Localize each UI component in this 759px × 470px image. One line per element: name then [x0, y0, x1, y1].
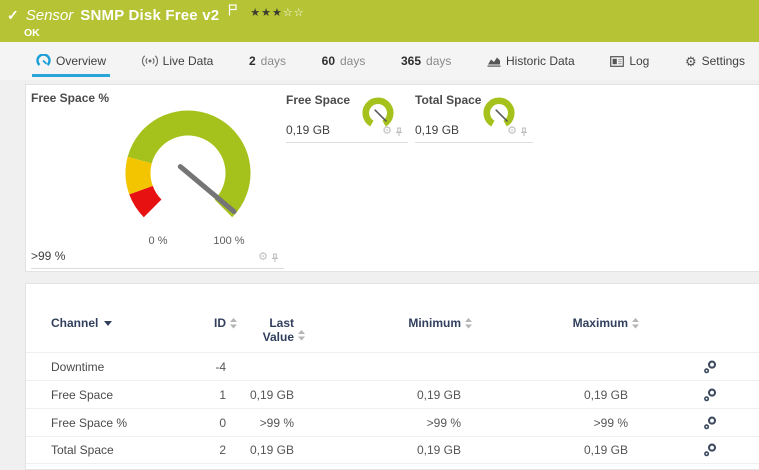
channels-table: Channel ID Last Value Minimum Maximum Do…	[26, 284, 759, 464]
sensor-tab-bar: Overview Live Data 2 days 60 days 365 da…	[0, 42, 759, 80]
table-row: Total Space 2 0,19 GB 0,19 GB 0,19 GB	[26, 436, 759, 464]
channel-last-value: 0,19 GB	[249, 387, 294, 402]
tab-2-days[interactable]: 2 days	[249, 42, 286, 80]
column-header-channel[interactable]: Channel	[51, 316, 166, 330]
channel-minimum: >99 %	[426, 415, 461, 430]
tab-365-days-label: days	[426, 54, 452, 68]
channel-minimum: 0,19 GB	[416, 387, 461, 402]
gauge-settings-icon[interactable]: ⚙	[507, 126, 517, 137]
tab-log-label: Log	[629, 54, 650, 68]
channel-id: 0	[219, 415, 226, 430]
gauge-value: 0,19 GB	[286, 123, 331, 137]
gauges-panel: Free Space % 0 % 100 % >99 % ⚙ Free Spac…	[25, 84, 759, 272]
channel-last-value: >99 %	[259, 415, 294, 430]
stars-empty[interactable]: ☆☆	[283, 7, 305, 19]
gauge-scale-max: 100 %	[213, 235, 245, 247]
sort-caret-icon	[104, 320, 113, 326]
channel-id: 1	[219, 387, 226, 402]
channel-name[interactable]: Free Space	[51, 388, 166, 402]
column-header-id[interactable]: ID	[166, 316, 237, 330]
gauge-scale-min: 0 %	[148, 235, 168, 247]
gauge-title: Total Space	[415, 93, 482, 107]
status-check-icon: ✓	[7, 7, 19, 23]
pin-icon[interactable]	[520, 126, 528, 137]
tab-log[interactable]: Log	[610, 42, 649, 80]
tab-365-days-number: 365	[400, 54, 422, 68]
table-header-row: Channel ID Last Value Minimum Maximum	[26, 316, 759, 352]
channel-minimum: 0,19 GB	[416, 443, 461, 457]
sensor-status-header: ✓ Sensor SNMP Disk Free v2 ★★★☆☆ OK	[0, 0, 759, 42]
gauge-needle	[374, 109, 388, 123]
broadcast-icon	[141, 55, 158, 67]
channel-maximum: 0,19 GB	[583, 387, 628, 402]
pin-icon[interactable]	[395, 126, 403, 137]
column-header-minimum[interactable]: Minimum	[294, 316, 472, 330]
table-row: Free Space % 0 >99 % >99 % >99 %	[26, 408, 759, 436]
sort-icon	[632, 318, 639, 329]
tab-historic-data-label: Historic Data	[506, 54, 575, 68]
priority-stars[interactable]: ★★★☆☆	[250, 6, 304, 19]
channel-name[interactable]: Free Space %	[51, 416, 166, 430]
column-header-last-value[interactable]: Last Value	[226, 316, 305, 344]
sort-icon	[298, 330, 305, 341]
channel-id: -4	[215, 359, 226, 374]
priority-flag-icon[interactable]	[228, 3, 238, 21]
channel-settings-icon[interactable]	[703, 443, 717, 457]
tab-historic-data[interactable]: Historic Data	[487, 42, 575, 80]
tab-settings[interactable]: ⚙ Settings	[685, 42, 745, 80]
channel-id: 2	[219, 443, 226, 457]
tab-60-days-number: 60	[321, 54, 335, 68]
tab-60-days-label: days	[340, 54, 366, 68]
channel-name[interactable]: Total Space	[51, 443, 166, 457]
channel-maximum: 0,19 GB	[583, 443, 628, 457]
tab-overview[interactable]: Overview	[31, 42, 111, 80]
tab-2-days-label: days	[260, 54, 287, 68]
tab-live-data[interactable]: Live Data	[141, 42, 214, 80]
channels-panel: Channel ID Last Value Minimum Maximum Do…	[25, 283, 759, 470]
gauge-widget-total-space: Total Space 0,19 GB ⚙	[415, 93, 533, 143]
channel-settings-icon[interactable]	[703, 416, 717, 430]
channel-last-value: 0,19 GB	[249, 443, 294, 457]
tab-overview-label: Overview	[56, 54, 107, 68]
gauge-settings-icon[interactable]: ⚙	[258, 252, 268, 263]
sensor-title: SNMP Disk Free v2	[80, 6, 220, 24]
pin-icon[interactable]	[271, 252, 279, 263]
free-space-pct-gauge	[125, 110, 251, 218]
table-row: Downtime -4	[26, 352, 759, 380]
column-header-maximum[interactable]: Maximum	[461, 316, 639, 330]
area-chart-icon	[487, 57, 501, 67]
table-row: Free Space 1 0,19 GB 0,19 GB 0,19 GB	[26, 380, 759, 408]
gauge-widget-free-space-pct: Free Space % 0 % 100 % >99 % ⚙	[31, 91, 284, 269]
channel-settings-icon[interactable]	[703, 388, 717, 402]
gauge-widget-free-space: Free Space 0,19 GB ⚙	[286, 93, 408, 143]
channel-settings-icon[interactable]	[703, 360, 717, 374]
gauge-value: 0,19 GB	[415, 123, 460, 137]
sensor-status-text: OK	[24, 27, 40, 39]
gauge-icon	[36, 54, 51, 66]
tab-live-data-label: Live Data	[162, 54, 214, 68]
gauge-needle	[495, 109, 509, 123]
gauge-value: >99 %	[31, 249, 66, 263]
channel-name[interactable]: Downtime	[51, 360, 166, 374]
tab-60-days[interactable]: 60 days	[322, 42, 366, 80]
channel-maximum: >99 %	[593, 415, 628, 430]
tab-settings-label: Settings	[701, 54, 745, 68]
tab-365-days[interactable]: 365 days	[401, 42, 451, 80]
log-list-icon	[610, 55, 625, 67]
tab-2-days-number: 2	[248, 54, 256, 68]
gear-icon: ⚙	[684, 53, 697, 69]
stars-filled[interactable]: ★★★	[250, 7, 283, 19]
gauge-settings-icon[interactable]: ⚙	[382, 126, 392, 137]
object-type-label: Sensor	[25, 6, 74, 24]
